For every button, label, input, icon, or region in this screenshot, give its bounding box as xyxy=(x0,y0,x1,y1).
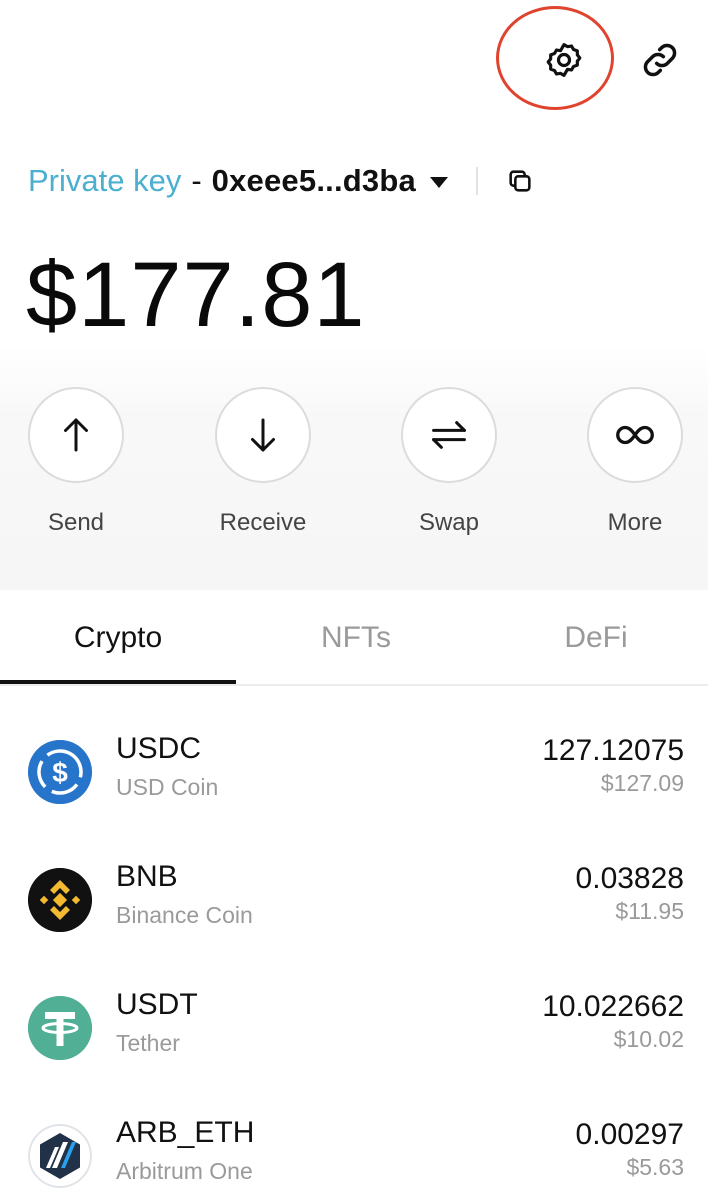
token-amount: 10.022662 xyxy=(542,990,684,1023)
receive-circle xyxy=(215,387,311,483)
token-usd-value: $127.09 xyxy=(600,770,684,796)
token-symbol: BNB xyxy=(116,860,178,893)
active-tab-indicator xyxy=(0,680,236,684)
account-selector[interactable]: Private key - 0xeee5...d3ba xyxy=(28,158,536,204)
usdt-logo-icon xyxy=(28,996,92,1060)
asset-tabs: Crypto NFTs DeFi xyxy=(0,592,708,686)
swap-button[interactable]: Swap xyxy=(384,387,514,537)
tab-nfts[interactable]: NFTs xyxy=(236,592,476,684)
token-symbol: USDC xyxy=(116,732,202,765)
send-button[interactable]: Send xyxy=(11,387,141,537)
receive-button[interactable]: Receive xyxy=(198,387,328,537)
tab-defi[interactable]: DeFi xyxy=(476,592,708,684)
token-name: Binance Coin xyxy=(116,902,253,928)
swap-icon xyxy=(432,421,466,449)
token-symbol: ARB_ETH xyxy=(116,1116,255,1149)
more-circle xyxy=(587,387,683,483)
send-label: Send xyxy=(47,509,105,536)
token-usd-value: $5.63 xyxy=(626,1154,684,1180)
token-amount: 0.03828 xyxy=(575,862,684,895)
more-button[interactable]: More xyxy=(570,387,700,537)
connect-link-button[interactable] xyxy=(634,34,686,86)
account-separator: - xyxy=(191,163,202,198)
token-usd-value: $10.02 xyxy=(613,1026,684,1052)
arrow-down-icon xyxy=(251,418,275,452)
send-circle xyxy=(28,387,124,483)
more-label: More xyxy=(607,509,663,536)
svg-text:$: $ xyxy=(52,757,68,788)
token-usd-value: $11.95 xyxy=(615,898,684,924)
token-name: Arbitrum One xyxy=(116,1158,253,1184)
token-amount: 0.00297 xyxy=(575,1118,684,1151)
copy-address-button[interactable] xyxy=(504,165,536,197)
wallet-address: 0xeee5...d3ba xyxy=(211,163,416,198)
token-name: Tether xyxy=(116,1030,180,1056)
divider xyxy=(475,167,478,195)
arbitrum-logo-icon xyxy=(28,1124,92,1188)
tab-crypto[interactable]: Crypto xyxy=(0,592,236,684)
token-row-arb-eth[interactable]: ARB_ETH Arbitrum One 0.00297 $5.63 xyxy=(0,1116,708,1190)
settings-button[interactable] xyxy=(538,34,590,86)
token-row-usdc[interactable]: $ USDC USD Coin 127.12075 $127.09 xyxy=(0,732,708,860)
token-row-usdt[interactable]: USDT Tether 10.022662 $10.02 xyxy=(0,988,708,1116)
usdc-logo-icon: $ xyxy=(28,740,92,804)
swap-label: Swap xyxy=(418,509,480,536)
gear-icon xyxy=(546,43,582,77)
token-row-bnb[interactable]: BNB Binance Coin 0.03828 $11.95 xyxy=(0,860,708,988)
swap-circle xyxy=(401,387,497,483)
caret-down-icon[interactable] xyxy=(429,176,448,188)
receive-label: Receive xyxy=(219,509,307,536)
bnb-logo-icon xyxy=(28,868,92,932)
token-amount: 127.12075 xyxy=(542,734,684,767)
copy-icon xyxy=(509,170,531,192)
total-balance: $177.81 xyxy=(26,244,366,346)
token-symbol: USDT xyxy=(116,988,198,1021)
token-name: USD Coin xyxy=(116,774,219,800)
top-bar xyxy=(0,0,708,130)
infinity-icon xyxy=(616,425,654,445)
link-icon xyxy=(643,43,677,77)
arrow-up-icon xyxy=(64,418,88,452)
account-type-label: Private key xyxy=(28,163,182,198)
